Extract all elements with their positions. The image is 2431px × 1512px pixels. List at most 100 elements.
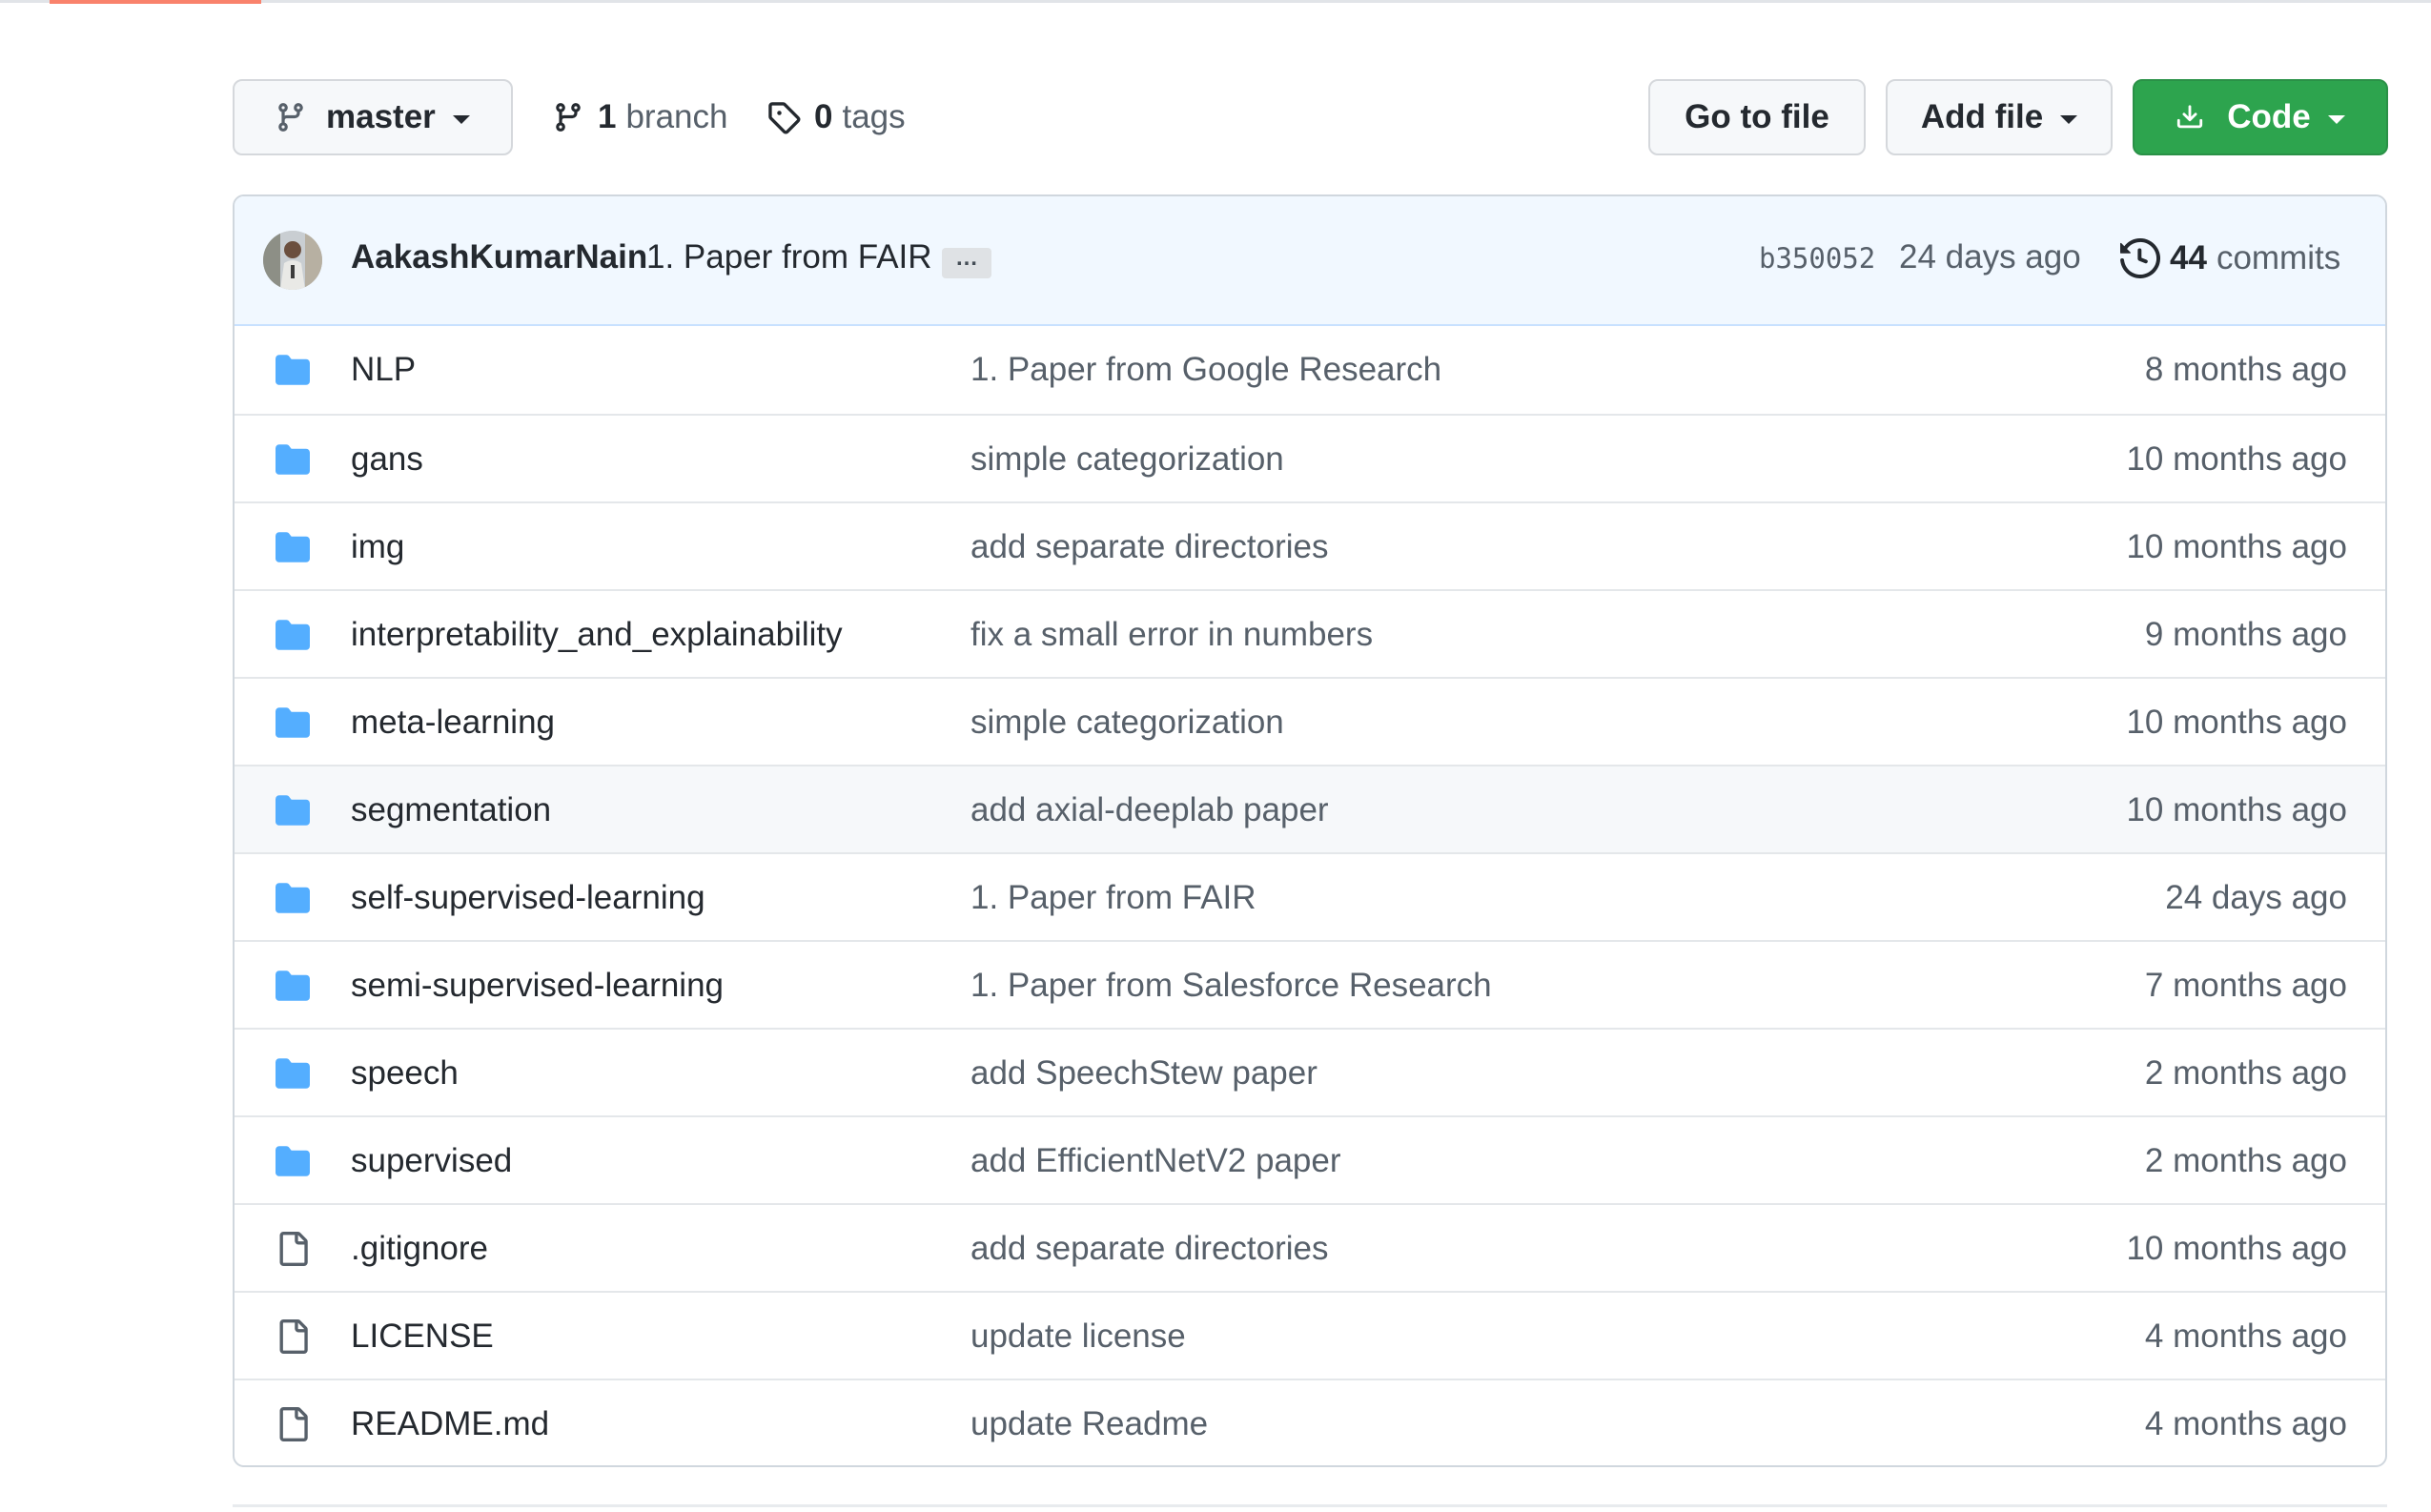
top-divider [0, 0, 2431, 3]
file-commit-message-link[interactable]: add separate directories [970, 1230, 1329, 1268]
file-commit-age: 10 months ago [2126, 528, 2347, 565]
file-commit-age: 7 months ago [2144, 967, 2347, 1004]
commit-count: 44 [2170, 239, 2207, 276]
file-row[interactable]: semi-supervised-learning 1. Paper from Sa… [235, 940, 2385, 1028]
chevron-down-icon [2327, 114, 2345, 124]
code-label: Code [2227, 98, 2311, 135]
file-row[interactable]: interpretability_and_explainability fix a… [235, 589, 2385, 677]
tag-count: 0 [814, 98, 833, 135]
active-tab-underline [50, 0, 261, 4]
file-row[interactable]: supervised add EfficientNetV2 paper 2 mont… [235, 1115, 2385, 1203]
file-row[interactable]: speech add SpeechStew paper 2 months ago [235, 1028, 2385, 1115]
avatar[interactable] [263, 231, 322, 290]
file-commit-age: 4 months ago [2144, 1318, 2347, 1355]
latest-commit-bar: AakashKumarNain 1. Paper from FAIR … b35… [235, 196, 2385, 326]
file-commit-message-link[interactable]: add SpeechStew paper [970, 1054, 1318, 1093]
file-commit-message-link[interactable]: fix a small error in numbers [970, 616, 1373, 654]
branch-select-button[interactable]: master [233, 79, 513, 155]
file-commit-message-link[interactable]: simple categorization [970, 440, 1284, 479]
branches-link[interactable]: 1 branch [552, 79, 728, 155]
file-name-link[interactable]: semi-supervised-learning [351, 967, 724, 1005]
file-commit-age: 8 months ago [2144, 351, 2347, 388]
file-name-link[interactable]: img [351, 528, 404, 566]
folder-icon [273, 969, 313, 1003]
file-commit-message-link[interactable]: add separate directories [970, 528, 1329, 566]
add-file-button[interactable]: Add file [1886, 79, 2113, 155]
file-icon [273, 1232, 313, 1266]
tags-link[interactable]: 0 tags [766, 79, 906, 155]
file-commit-message-link[interactable]: simple categorization [970, 704, 1284, 742]
file-name-link[interactable]: meta-learning [351, 704, 555, 742]
file-row[interactable]: README.md update Readme 4 months ago [235, 1379, 2385, 1465]
file-name-link[interactable]: LICENSE [351, 1318, 494, 1356]
file-commit-message-link[interactable]: 1. Paper from Google Research [970, 351, 1441, 389]
file-name-link[interactable]: README.md [351, 1405, 549, 1443]
download-icon [2177, 105, 2203, 129]
file-commit-age: 9 months ago [2144, 616, 2347, 653]
file-commit-age: 10 months ago [2126, 791, 2347, 828]
file-commit-message-link[interactable]: update Readme [970, 1405, 1208, 1443]
file-row[interactable]: img add separate directories 10 months ago [235, 501, 2385, 589]
file-name-link[interactable]: supervised [351, 1142, 512, 1180]
folder-icon [273, 1056, 313, 1091]
tag-word: tags [842, 98, 906, 135]
file-commit-age: 10 months ago [2126, 704, 2347, 741]
repo-toolbar: master 1 branch 0 tags Go to file Add fi… [233, 79, 2388, 155]
folder-icon [273, 442, 313, 477]
expand-commit-message-button[interactable]: … [942, 247, 991, 278]
commit-time: 24 days ago [1899, 238, 2081, 276]
git-branch-icon [278, 103, 303, 132]
file-row[interactable]: self-supervised-learning 1. Paper from FA… [235, 852, 2385, 940]
file-row[interactable]: meta-learning simple categorization 10 mon… [235, 677, 2385, 765]
commits-history-link[interactable]: 44 commits [2120, 235, 2340, 282]
file-commit-message-link[interactable]: 1. Paper from FAIR [970, 879, 1256, 917]
file-row[interactable]: segmentation add axial-deeplab paper 10 mo… [235, 765, 2385, 852]
file-commit-message-link[interactable]: update license [970, 1318, 1186, 1356]
file-row[interactable]: LICENSE update license 4 months ago [235, 1291, 2385, 1379]
code-button[interactable]: Code [2133, 79, 2388, 155]
file-commit-age: 2 months ago [2144, 1054, 2347, 1092]
history-icon [2120, 238, 2160, 278]
file-commit-age: 24 days ago [2165, 879, 2347, 916]
file-commit-message-link[interactable]: 1. Paper from Salesforce Research [970, 967, 1492, 1005]
tag-icon [768, 102, 801, 134]
commit-message-link[interactable]: 1. Paper from FAIR [646, 238, 932, 276]
file-commit-message-link[interactable]: add axial-deeplab paper [970, 791, 1329, 829]
branch-count: 1 [598, 98, 617, 135]
file-commit-age: 10 months ago [2126, 440, 2347, 478]
chevron-down-icon [2060, 114, 2078, 124]
branch-word: branch [625, 98, 728, 135]
file-list-box: AakashKumarNain 1. Paper from FAIR … b35… [233, 194, 2387, 1467]
file-name-link[interactable]: gans [351, 440, 423, 479]
folder-icon [273, 618, 313, 652]
chevron-down-icon [452, 114, 470, 124]
file-commit-message-link[interactable]: add EfficientNetV2 paper [970, 1142, 1341, 1180]
go-to-file-button[interactable]: Go to file [1648, 79, 1866, 155]
branch-select-label: master [326, 98, 436, 135]
file-name-link[interactable]: .gitignore [351, 1230, 488, 1268]
add-file-label: Add file [1920, 98, 2044, 135]
bottom-divider [233, 1504, 2387, 1507]
file-row[interactable]: gans simple categorization 10 months ago [235, 414, 2385, 501]
file-commit-age: 4 months ago [2144, 1405, 2347, 1442]
file-name-link[interactable]: speech [351, 1054, 459, 1093]
folder-icon [273, 881, 313, 915]
folder-icon [273, 1144, 313, 1178]
file-commit-age: 10 months ago [2126, 1230, 2347, 1267]
file-icon [273, 1319, 313, 1354]
file-row[interactable]: .gitignore add separate directories 10 mon… [235, 1203, 2385, 1291]
git-branch-icon [556, 103, 581, 132]
file-row[interactable]: NLP 1. Paper from Google Research 8 months… [235, 326, 2385, 414]
file-icon [273, 1407, 313, 1441]
commit-word: commits [2216, 239, 2341, 276]
file-name-link[interactable]: interpretability_and_explainability [351, 616, 843, 654]
file-name-link[interactable]: NLP [351, 351, 416, 389]
file-commit-age: 2 months ago [2144, 1142, 2347, 1179]
file-name-link[interactable]: self-supervised-learning [351, 879, 705, 917]
folder-icon [273, 705, 313, 740]
commit-author-link[interactable]: AakashKumarNain [351, 238, 647, 276]
file-name-link[interactable]: segmentation [351, 791, 551, 829]
commit-sha-link[interactable]: b350052 [1759, 242, 1875, 275]
go-to-file-label: Go to file [1685, 98, 1829, 135]
file-rows: NLP 1. Paper from Google Research 8 months… [235, 326, 2385, 1465]
